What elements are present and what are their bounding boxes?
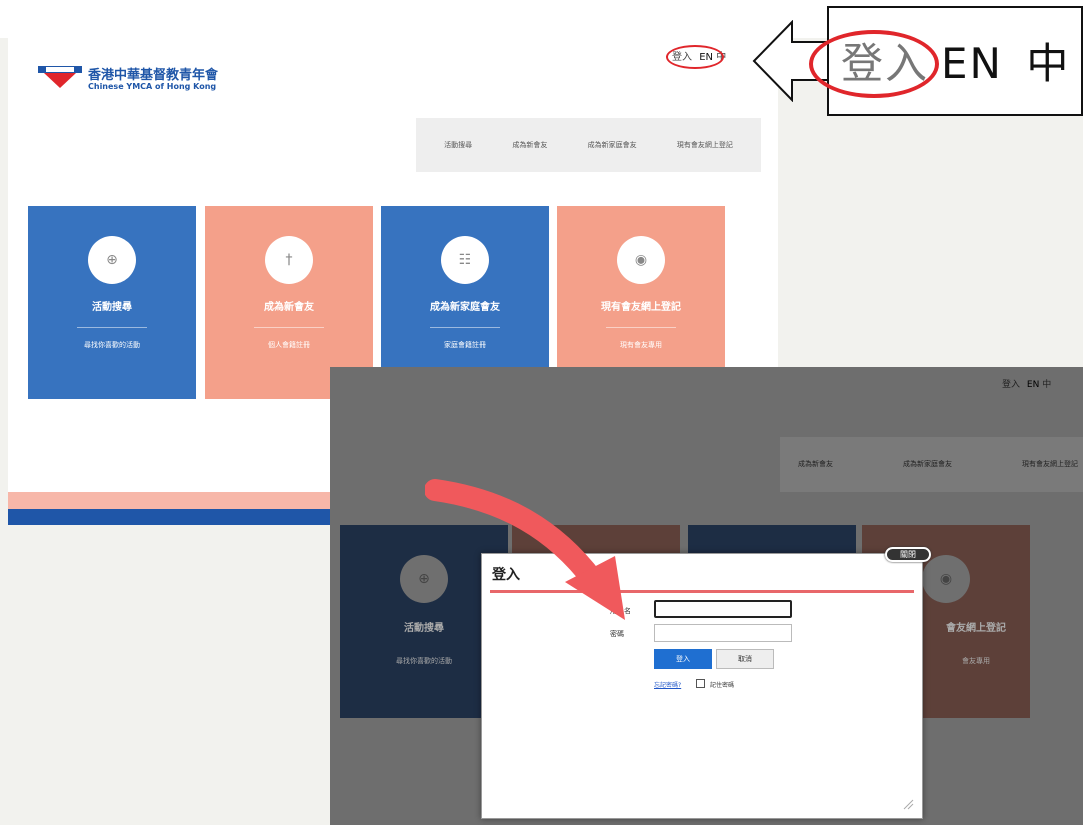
nav-item-new-family-member[interactable]: 成為新家庭會友: [588, 140, 637, 150]
tile-divider: [606, 327, 676, 328]
resize-grip-icon[interactable]: [902, 798, 914, 810]
curved-arrow-icon: [425, 479, 625, 620]
zoom-lang-en: EN: [941, 39, 1003, 88]
login-button[interactable]: 登入: [654, 649, 712, 669]
username-input[interactable]: [654, 600, 792, 618]
globe-icon: ◉: [922, 555, 970, 603]
ymca-logo-icon: [38, 66, 82, 88]
tile-subtitle: 個人會籍註冊: [268, 341, 310, 349]
close-button[interactable]: 關閉: [885, 547, 931, 562]
p2-lang-zh[interactable]: 中: [1042, 380, 1051, 390]
p2-nav: 成為新會友 成為新家庭會友 現有會友網上登記: [798, 459, 1078, 469]
globe-icon: ◉: [617, 236, 665, 284]
logo-text-en: Chinese YMCA of Hong Kong: [88, 82, 217, 91]
nav-item-member-register[interactable]: 現有會友網上登記: [677, 140, 733, 150]
family-icon: ☷: [441, 236, 489, 284]
nav-item-activity-search[interactable]: 活動搜尋: [444, 140, 472, 150]
remember-checkbox[interactable]: [696, 679, 705, 688]
tile-divider: [77, 327, 147, 328]
forgot-password-link[interactable]: 忘記密碼?: [654, 680, 681, 689]
cancel-button[interactable]: 取消: [716, 649, 774, 669]
remember-label: 記住密碼: [710, 682, 735, 689]
zoom-highlight-ring: [809, 30, 939, 98]
tile-divider: [430, 327, 500, 328]
tile-divider: [254, 327, 324, 328]
tile-title: 活動搜尋: [92, 302, 132, 313]
site-nav: 活動搜尋 成為新會友 成為新家庭會友 現有會友網上登記: [416, 118, 761, 172]
tile-title: 成為新家庭會友: [430, 302, 500, 313]
password-label: 密碼: [610, 630, 624, 638]
tile-title: 成為新會友: [264, 302, 314, 313]
tile-subtitle: 現有會友專用: [620, 341, 662, 349]
tile-subtitle: 尋找你喜歡的活動: [84, 341, 140, 349]
logo-text-cn: 香港中華基督教青年會: [88, 68, 219, 83]
p2-nav-item[interactable]: 現有會友網上登記: [1022, 459, 1078, 469]
person-icon: †: [265, 236, 313, 284]
tile-subtitle: 家庭會籍註冊: [444, 341, 486, 349]
p2-login-link[interactable]: 登入: [1002, 380, 1020, 390]
password-input[interactable]: [654, 624, 792, 642]
search-icon: ⊕: [88, 236, 136, 284]
nav-item-new-member[interactable]: 成為新會友: [512, 140, 547, 150]
p2-nav-item[interactable]: 成為新家庭會友: [903, 459, 952, 469]
zoom-lang-zh: 中: [1026, 39, 1071, 88]
highlight-ring: [666, 45, 724, 69]
p2-lang-en[interactable]: EN: [1027, 380, 1039, 390]
p2-lang-bar: 登入 EN 中: [1002, 377, 1051, 390]
p2-nav-item[interactable]: 成為新會友: [798, 459, 833, 469]
tile-activity-search[interactable]: ⊕ 活動搜尋 尋找你喜歡的活動: [28, 206, 196, 399]
zoom-callout: 登入 EN 中: [809, 6, 1083, 116]
tile-title: 現有會友網上登記: [601, 302, 681, 313]
